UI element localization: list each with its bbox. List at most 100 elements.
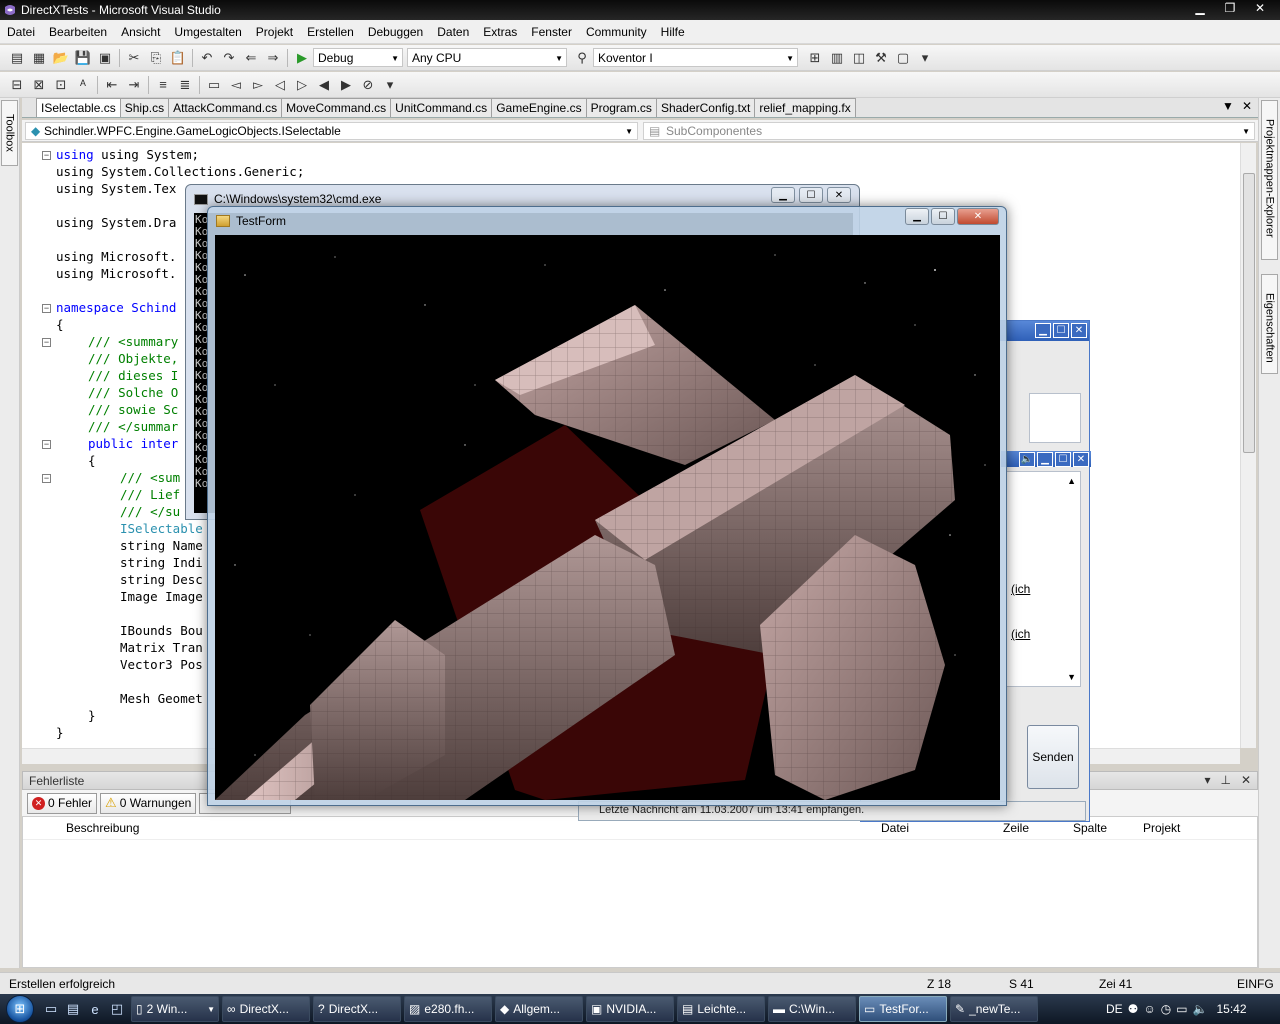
tab-unitcommand-cs[interactable]: UnitCommand.cs [390,98,493,117]
uncomment-icon[interactable]: ≣ [174,74,196,96]
tab-program-cs[interactable]: Program.cs [585,98,657,117]
quick-info-icon[interactable]: ⊡ [50,74,72,96]
clock-app-icon[interactable]: ◷ [1161,1002,1171,1016]
navigate-back-icon[interactable]: ⇐ [240,47,262,69]
tab-gameengine-cs[interactable]: GameEngine.cs [491,98,587,117]
close-button[interactable]: ✕ [1073,452,1089,467]
configuration-combo[interactable]: Debug ▼ [313,48,403,67]
type-combo[interactable]: ◆ Schindler.WPFC.Engine.GameLogicObjects… [25,122,638,140]
menu-ansicht[interactable]: Ansicht [114,21,167,43]
maximize-button[interactable]: ☐ [1055,452,1071,467]
toolbox-icon[interactable]: ⚒ [870,47,892,69]
taskbar-item[interactable]: ▯ 2 Win... ▼ [131,996,219,1022]
collapse-icon[interactable]: − [42,151,51,160]
properties-icon[interactable]: ▥ [826,47,848,69]
conversation-history[interactable]: (ich (ich ▲ ▼ [1006,471,1081,687]
copy-icon[interactable]: ⎘ [145,47,167,69]
menu-extras[interactable]: Extras [476,21,524,43]
column-header-line[interactable]: Zeile [1003,821,1029,835]
close-document-icon[interactable]: ✕ [1242,99,1252,113]
previous-document-bookmark-icon[interactable]: ◀ [313,74,335,96]
platform-combo[interactable]: Any CPU ▼ [407,48,567,67]
taskbar-item-active[interactable]: ▭ TestFor... [859,996,947,1022]
close-button[interactable]: ✕ [957,208,999,225]
close-button[interactable]: ✕ [827,187,851,203]
window-position-icon[interactable]: ▾ [1204,773,1210,787]
mute-icon[interactable]: 🔈 [1019,452,1035,467]
menu-erstellen[interactable]: Erstellen [300,21,361,43]
menu-hilfe[interactable]: Hilfe [654,21,692,43]
tab-ship-cs[interactable]: Ship.cs [119,98,170,117]
collapse-icon[interactable]: − [42,474,51,483]
clear-bookmarks-icon[interactable]: ⊘ [357,74,379,96]
undo-icon[interactable]: ↶ [196,47,218,69]
collapse-icon[interactable]: − [42,304,51,313]
close-panel-icon[interactable]: ✕ [1241,773,1251,787]
object-browser-icon[interactable]: ◫ [848,47,870,69]
send-button[interactable]: Senden [1027,725,1079,789]
internet-explorer-icon[interactable]: e [84,998,106,1020]
cut-icon[interactable]: ✂ [123,47,145,69]
properties-tab[interactable]: Eigenschaften [1261,274,1278,374]
clock[interactable]: 15:42 [1216,1002,1246,1016]
toolbox-tab[interactable]: Toolbox [1,100,18,166]
more-options-icon[interactable]: ▾ [379,74,401,96]
taskbar-item[interactable]: ▤ Leichte... [677,996,765,1022]
previous-bookmark-folder-icon[interactable]: ◁ [269,74,291,96]
close-button[interactable]: ✕ [1246,0,1274,16]
save-all-icon[interactable]: ▣ [94,47,116,69]
column-header-description[interactable]: Beschreibung [66,821,139,835]
maximize-button[interactable]: ❐ [1216,0,1244,16]
taskbar-item[interactable]: ? DirectX... [313,996,401,1022]
open-folder-icon[interactable]: 📂 [50,47,72,69]
menu-projekt[interactable]: Projekt [249,21,300,43]
menu-debuggen[interactable]: Debuggen [361,21,430,43]
quicklaunch-app-icon[interactable]: ◰ [106,998,128,1020]
new-project-icon[interactable]: ▤ [6,47,28,69]
volume-icon[interactable]: 🔈 [1193,1002,1208,1016]
next-bookmark-icon[interactable]: ▻ [247,74,269,96]
solution-explorer-tab[interactable]: Projektmappen-Explorer [1261,100,1278,260]
increase-indent-icon[interactable]: ⇥ [123,74,145,96]
taskbar-item[interactable]: ▨ e280.fh... [404,996,492,1022]
column-header-file[interactable]: Datei [881,821,909,835]
find-combo[interactable]: Koventor I ▼ [593,48,798,67]
directx-render-viewport[interactable] [215,235,1000,800]
tab-list-icon[interactable]: ▼ [1222,99,1234,113]
toggle-bookmark-icon[interactable]: ▭ [203,74,225,96]
scroll-down-icon[interactable]: ▼ [1067,672,1076,682]
auto-hide-icon[interactable]: ⊥ [1220,773,1230,787]
menu-bearbeiten[interactable]: Bearbeiten [42,21,114,43]
collapse-icon[interactable]: − [42,440,51,449]
minimize-button[interactable]: ▁ [1037,452,1053,467]
solution-explorer-icon[interactable]: ⊞ [804,47,826,69]
next-document-bookmark-icon[interactable]: ▶ [335,74,357,96]
editor-vertical-scrollbar[interactable] [1240,143,1256,748]
tab-shaderconfig-txt[interactable]: ShaderConfig.txt [655,98,756,117]
save-icon[interactable]: 💾 [72,47,94,69]
minimize-button[interactable]: ▁ [1035,323,1051,338]
object-members-icon[interactable]: ⊟ [6,74,28,96]
start-debug-icon[interactable]: ▶ [291,47,313,69]
comment-icon[interactable]: ≡ [152,74,174,96]
taskbar-item[interactable]: ▣ NVIDIA... [586,996,674,1022]
member-combo[interactable]: ▤ SubComponentes ▼ [643,122,1255,140]
navigate-forward-icon[interactable]: ⇒ [262,47,284,69]
collapse-icon[interactable]: − [42,338,51,347]
more-options-icon[interactable]: ▾ [914,47,936,69]
monitor-icon[interactable]: ▭ [1176,1002,1187,1016]
minimize-button[interactable]: ▁ [771,187,795,203]
paste-icon[interactable]: 📋 [167,47,189,69]
add-item-icon[interactable]: ▦ [28,47,50,69]
previous-bookmark-icon[interactable]: ◅ [225,74,247,96]
column-header-project[interactable]: Projekt [1143,821,1180,835]
tab-attackcommand-cs[interactable]: AttackCommand.cs [168,98,283,117]
column-header-column[interactable]: Spalte [1073,821,1107,835]
errors-filter-button[interactable]: ✕ 0 Fehler [27,792,98,814]
taskbar-item[interactable]: ∞ DirectX... [222,996,310,1022]
maximize-button[interactable]: ☐ [1053,323,1069,338]
minimize-button[interactable]: ▁ [1186,0,1214,16]
menu-daten[interactable]: Daten [430,21,476,43]
start-page-icon[interactable]: ▢ [892,47,914,69]
menu-fenster[interactable]: Fenster [524,21,579,43]
